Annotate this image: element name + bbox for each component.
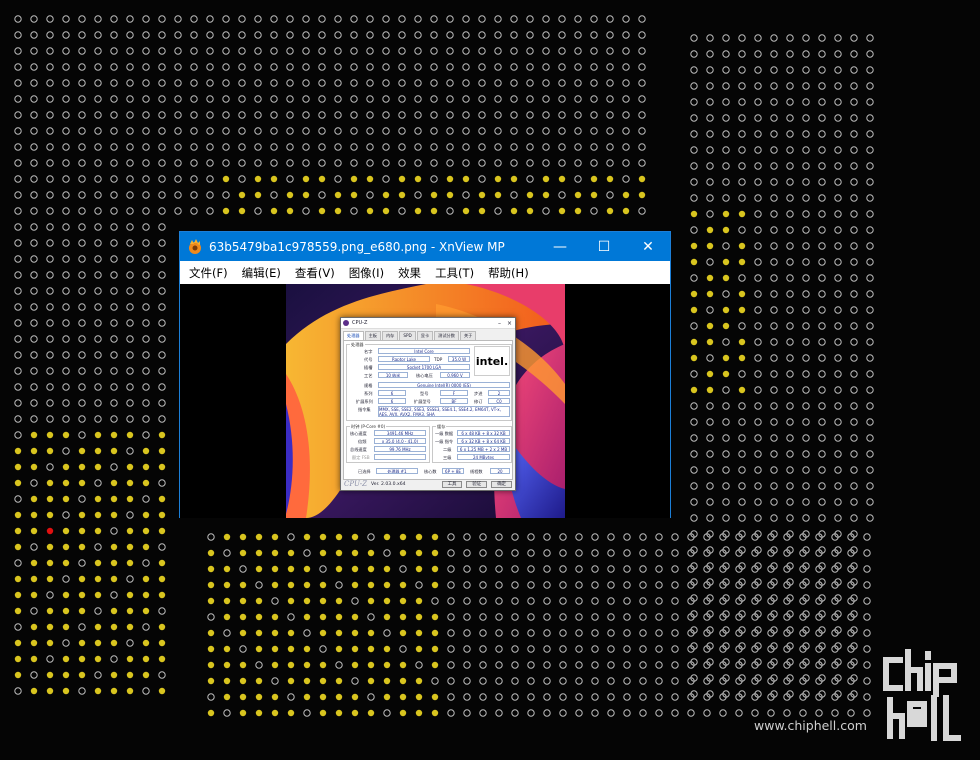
cpuz-model-value: F <box>440 390 468 396</box>
cpuz-l1d-label: 一级 数据 <box>435 431 454 436</box>
cpuz-revision-label: 修订 <box>474 399 483 404</box>
cpuz-fsb-value <box>374 454 426 460</box>
cpuz-stepping-label: 步进 <box>474 391 483 396</box>
cpuz-extmodel-label: 扩展型号 <box>414 399 431 404</box>
menu-tools[interactable]: 工具(T) <box>428 265 481 281</box>
cpuz-cores-label: 核心数 <box>424 469 437 474</box>
cpuz-tab-spd: SPD <box>399 331 416 340</box>
cpuz-package-value: Socket 1700 LGA <box>378 364 470 370</box>
menu-effects[interactable]: 效果 <box>391 265 428 281</box>
cpuz-brand-logo: CPU-Z <box>344 480 367 488</box>
cpuz-package-label: 插槽 <box>364 365 373 370</box>
cpuz-version: Ver. 2.03.0.x64 <box>370 481 406 487</box>
minimize-button[interactable]: — <box>538 232 582 261</box>
cpuz-spec-value: Genuine Intel(R) 0000 (ES) <box>378 382 510 388</box>
cpuz-voltage-value: 0.960 V <box>440 372 470 378</box>
cpuz-l2-label: 二级 <box>443 447 452 452</box>
cpuz-panel: 处理器 名字 Intel Core 代号 Raptor Lake TDP 35.… <box>343 340 513 480</box>
xnview-window[interactable]: 63b5479ba1c978559.png_e680.png - XnView … <box>179 231 671 518</box>
cpuz-l1d-value: 6 x 48 KB + 8 x 32 KB <box>457 430 510 436</box>
window-title: 63b5479ba1c978559.png_e680.png - XnView … <box>209 239 505 254</box>
cpuz-title: CPU-Z <box>352 320 368 326</box>
cpuz-name-value: Intel Core <box>378 348 470 354</box>
chiphell-watermark-logo <box>883 649 961 741</box>
title-bar[interactable]: 63b5479ba1c978559.png_e680.png - XnView … <box>180 232 670 261</box>
cpuz-extfamily-label: 扩展系列 <box>356 399 373 404</box>
cpuz-revision-value: C0 <box>488 398 510 404</box>
cpuz-family-label: 系列 <box>364 391 373 396</box>
cpuz-tab-cpu: 处理器 <box>343 331 364 340</box>
cpuz-tab-about: 关于 <box>459 331 477 340</box>
cpuz-ok-button: 确定 <box>491 480 512 488</box>
menu-view[interactable]: 查看(V) <box>288 265 342 281</box>
cpuz-bus-label: 总线速度 <box>350 447 367 452</box>
cpuz-extmodel-value: BF <box>440 398 468 404</box>
xnview-app-icon <box>189 238 201 254</box>
cpuz-multiplier-label: 倍频 <box>358 439 367 444</box>
cpuz-tab-mainboard: 主板 <box>364 331 381 340</box>
cpuz-tab-bar: 处理器 主板 内存 SPD 显卡 测试分数 关于 <box>341 331 515 340</box>
cpuz-corespeed-label: 核心速度 <box>350 431 367 436</box>
cpuz-spec-label: 规格 <box>364 383 373 388</box>
cpuz-tab-memory: 内存 <box>381 331 399 340</box>
cpuz-tab-bench: 测试分数 <box>434 331 459 340</box>
cpuz-multiplier-value: x 35.0 (4.0 - 41.0) <box>374 438 426 444</box>
cpuz-codename-value: Raptor Lake <box>378 356 430 362</box>
cpuz-family-value: 6 <box>378 390 406 396</box>
cpuz-selection-dropdown: 处理器 #1 <box>376 468 418 474</box>
cpuz-tech-value: 10 纳米 <box>378 372 408 378</box>
screenshot-image: CPU-Z – × 处理器 主板 内存 SPD 显卡 测试分数 关于 处理器 名… <box>286 284 565 518</box>
cpuz-title-bar: CPU-Z – × <box>341 318 515 329</box>
cpuz-tdp-label: TDP <box>434 357 443 362</box>
cpuz-cores-value: 6P + 8E <box>442 468 464 474</box>
cpuz-tools-button: 工具 <box>441 480 463 488</box>
cpuz-footer: CPU-Z Ver. 2.03.0.x64 工具 验证 确定 <box>341 478 515 490</box>
cpuz-selection-label: 已选择 <box>358 469 371 474</box>
cpuz-stepping-value: 2 <box>488 390 510 396</box>
cpuz-l1i-label: 一级 指令 <box>435 439 454 444</box>
cpuz-codename-label: 代号 <box>364 357 373 362</box>
cpuz-l2-value: 6 x 1.25 MB + 2 x 2 MB <box>457 446 510 452</box>
cpuz-threads-value: 20 <box>490 468 510 474</box>
menu-edit[interactable]: 编辑(E) <box>235 265 288 281</box>
menu-help[interactable]: 帮助(H) <box>481 265 536 281</box>
close-button[interactable]: ✕ <box>626 232 670 261</box>
intel-logo: intel. <box>474 346 510 376</box>
cpuz-l3-label: 三级 <box>443 455 452 460</box>
menu-file[interactable]: 文件(F) <box>182 265 235 281</box>
cpuz-name-label: 名字 <box>364 349 373 354</box>
cpuz-close-icon: × <box>506 319 512 327</box>
cpuz-minimize-icon: – <box>497 319 501 327</box>
menu-image[interactable]: 图像(I) <box>342 265 391 281</box>
cpuz-processor-group-label: 处理器 <box>350 342 365 348</box>
cpuz-fsb-label: 额定 FSB <box>352 455 370 460</box>
cpuz-app-icon <box>343 320 349 326</box>
cpuz-instructions-value: MMX, SSE, SSE2, SSE3, SSSE3, SSE4.1, SSE… <box>378 406 510 417</box>
cpuz-corespeed-value: 3491.46 MHz <box>374 430 426 436</box>
cpuz-tech-label: 工艺 <box>364 373 373 378</box>
cpuz-tdp-value: 35.0 W <box>448 356 470 362</box>
cpuz-extfamily-value: 6 <box>378 398 406 404</box>
cpuz-l1i-value: 6 x 32 KB + 8 x 64 KB <box>457 438 510 444</box>
cpuz-voltage-label: 核心电压 <box>416 373 433 378</box>
maximize-button[interactable]: ☐ <box>582 232 626 261</box>
cpuz-model-label: 型号 <box>420 391 429 396</box>
menu-bar: 文件(F) 编辑(E) 查看(V) 图像(I) 效果 工具(T) 帮助(H) <box>180 261 670 284</box>
cpuz-tab-graphics: 显卡 <box>416 331 434 340</box>
cpuz-dialog: CPU-Z – × 处理器 主板 内存 SPD 显卡 测试分数 关于 处理器 名… <box>340 317 516 491</box>
cpuz-bus-value: 99.76 MHz <box>374 446 426 452</box>
cpuz-threads-label: 线程数 <box>470 469 483 474</box>
watermark-url: www.chiphell.com <box>754 718 867 733</box>
cpuz-validate-button: 验证 <box>466 480 488 488</box>
cpuz-instructions-label: 指令集 <box>358 407 371 412</box>
image-viewer-area[interactable]: CPU-Z – × 处理器 主板 内存 SPD 显卡 测试分数 关于 处理器 名… <box>180 284 670 518</box>
cpuz-cache-group-label: 缓存 <box>436 424 447 430</box>
cpuz-l3-value: 24 MBytes <box>457 454 510 460</box>
